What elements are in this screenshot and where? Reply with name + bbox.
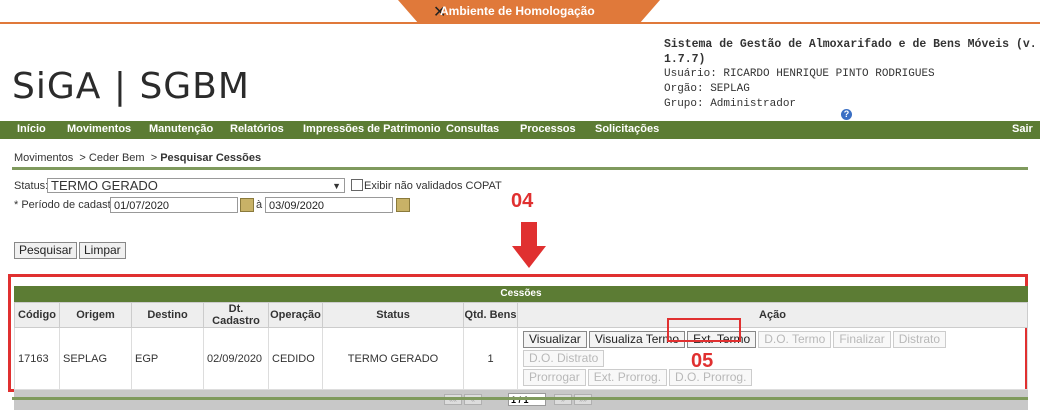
cell-status: TERMO GERADO: [322, 327, 464, 390]
calendar-icon[interactable]: [396, 198, 410, 212]
nav-impressoes[interactable]: Impressões de Patrimonio: [303, 123, 441, 135]
table-row: 17163 SEPLAG EGP 02/09/2020 CEDIDO TERMO…: [14, 327, 1028, 390]
clear-button[interactable]: Limpar: [79, 242, 126, 259]
visualizar-button[interactable]: Visualizar: [523, 331, 587, 348]
app-logo: SiGA | SGBM: [12, 66, 250, 107]
date-from-input[interactable]: 01/07/2020: [110, 197, 238, 213]
col-operacao: Operação: [268, 302, 323, 328]
col-qtd: Qtd. Bens: [463, 302, 518, 328]
logo-separator: |: [113, 66, 127, 107]
status-label: Status:: [14, 180, 49, 192]
annotation-04: 04: [511, 190, 534, 212]
col-status: Status: [322, 302, 464, 328]
breadcrumb-sep-2: >: [150, 152, 158, 164]
annotation-arrow-icon: [512, 222, 546, 268]
cell-operacao: CEDIDO: [268, 327, 323, 390]
period-label: * Período de cadastro:: [14, 199, 124, 211]
date-to-input[interactable]: 03/09/2020: [265, 197, 393, 213]
nav-consultas[interactable]: Consultas: [446, 123, 499, 135]
system-group: Grupo: Administrador: [664, 98, 797, 110]
col-origem: Origem: [59, 302, 132, 328]
cell-acao: Visualizar Visualiza Termo Ext. Termo D.O. …: [517, 327, 1028, 390]
prorrogar-button: Prorrogar: [523, 369, 586, 386]
finalizar-button: Finalizar: [833, 331, 891, 348]
system-user: Usuário: RICARDO HENRIQUE PINTO RODRIGUE…: [664, 68, 935, 80]
logo-product: SGBM: [139, 66, 250, 107]
breadcrumb-sep-1: >: [79, 152, 86, 164]
cell-origem: SEPLAG: [59, 327, 132, 390]
system-org: Orgão: SEPLAG: [664, 83, 750, 95]
nav-processos[interactable]: Processos: [520, 123, 576, 135]
date-separator: à: [256, 199, 263, 211]
annotation-05: 05: [691, 350, 714, 372]
highlight-ext-termo: [667, 318, 741, 342]
col-dt-cadastro: Dt. Cadastro: [203, 302, 269, 328]
do-termo-button: D.O. Termo: [758, 331, 832, 348]
logo-brand: SiGA: [12, 66, 102, 107]
chevron-down-icon: ▼: [332, 181, 341, 191]
results-panel: Cessões Código Origem Destino Dt. Cadast…: [14, 286, 1028, 410]
cell-dt: 02/09/2020: [203, 327, 269, 390]
col-destino: Destino: [131, 302, 204, 328]
pagination-bar: «« « 1 / 1 » »»: [14, 390, 1028, 410]
copat-label: Exibir não validados COPAT: [364, 180, 502, 192]
breadcrumb-ceder-bem[interactable]: Ceder Bem: [89, 152, 145, 164]
system-title: Sistema de Gestão de Almoxarifado e de B…: [664, 38, 1037, 66]
environment-label: Ambiente de Homologação: [440, 4, 595, 18]
cell-destino: EGP: [131, 327, 204, 390]
breadcrumb-movimentos[interactable]: Movimentos: [14, 152, 73, 164]
cell-codigo: 17163: [14, 327, 60, 390]
system-info: Sistema de Gestão de Almoxarifado e de B…: [664, 37, 1040, 112]
cell-qtd: 1: [463, 327, 518, 390]
results-table: Código Origem Destino Dt. Cadastro Opera…: [14, 302, 1028, 390]
nav-relatorios[interactable]: Relatórios: [230, 123, 284, 135]
nav-solicitacoes[interactable]: Solicitações: [595, 123, 659, 135]
col-codigo: Código: [14, 302, 60, 328]
divider-top: [12, 167, 1028, 170]
breadcrumb-current: Pesquisar Cessões: [160, 152, 262, 164]
nav-sair[interactable]: Sair: [1012, 123, 1033, 135]
breadcrumb: Movimentos > Ceder Bem > Pesquisar Cessõ…: [14, 152, 261, 164]
nav-inicio[interactable]: Início: [17, 123, 46, 135]
search-button[interactable]: Pesquisar: [14, 242, 78, 259]
copat-checkbox[interactable]: [351, 179, 363, 191]
distrato-button: Distrato: [892, 331, 947, 348]
status-select[interactable]: TERMO GERADO ▼: [47, 178, 345, 193]
divider-bottom: [12, 397, 1028, 400]
nav-manutencao[interactable]: Manutenção: [149, 123, 213, 135]
nav-movimentos[interactable]: Movimentos: [67, 123, 131, 135]
main-nav: Início Movimentos Manutenção Relatórios …: [0, 121, 1040, 139]
help-icon[interactable]: ?: [841, 109, 852, 120]
calendar-icon[interactable]: [240, 198, 254, 212]
col-acao: Ação: [517, 302, 1028, 328]
ext-prorrog-button: Ext. Prorrog.: [587, 369, 668, 386]
do-distrato-button: D.O. Distrato: [523, 350, 605, 367]
table-caption: Cessões: [14, 286, 1028, 302]
status-select-value: TERMO GERADO: [51, 178, 158, 193]
